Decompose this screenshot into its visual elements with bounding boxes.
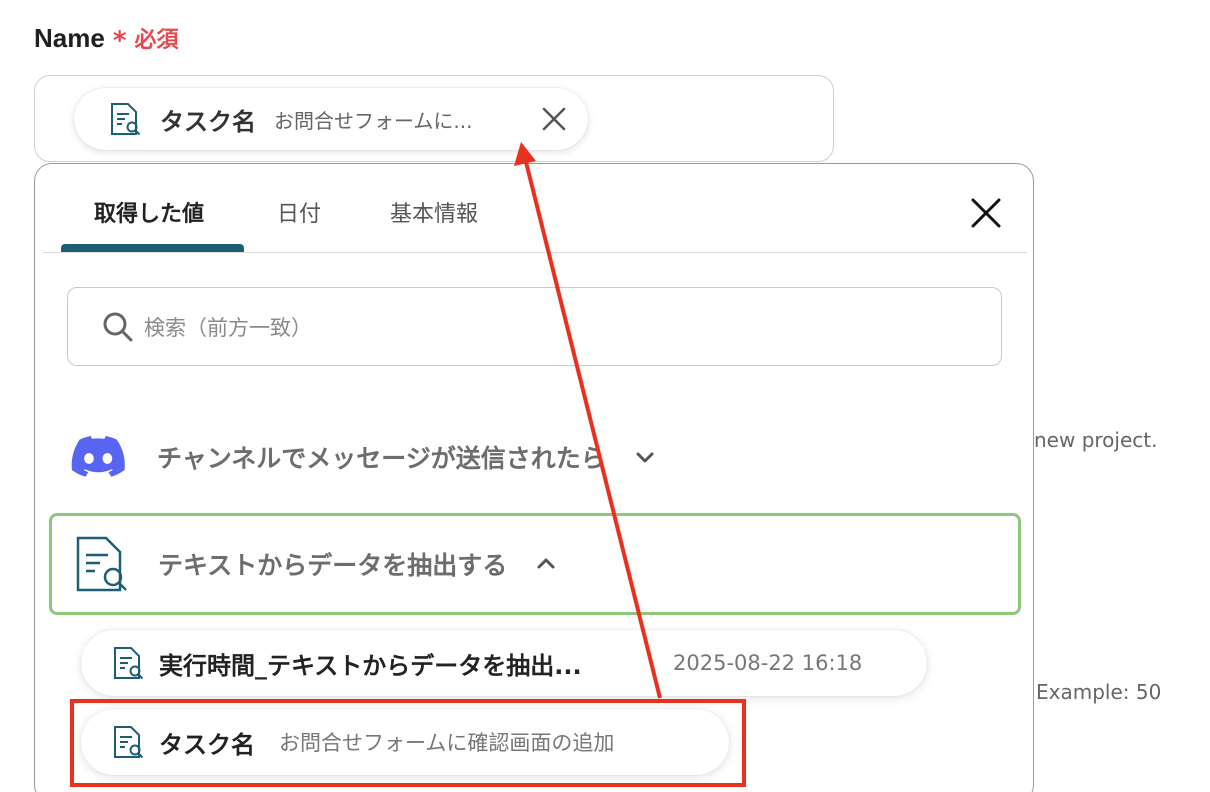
required-text: 必須 xyxy=(134,28,179,53)
search-icon xyxy=(103,312,133,341)
list-item-execution-time[interactable]: 実行時間_テキストからデータを抽出... 2025-08-22 16:18 xyxy=(81,630,927,696)
document-search-icon xyxy=(76,536,127,592)
selected-value-chip[interactable]: タスク名 お問合せフォームに... xyxy=(74,88,588,150)
discord-icon xyxy=(71,436,125,477)
annotation-highlight-box xyxy=(70,699,746,787)
item-name: 実行時間_テキストからデータを抽出... xyxy=(159,651,582,680)
chip-name: タスク名 xyxy=(160,107,256,136)
close-icon[interactable] xyxy=(969,196,1003,230)
search-placeholder: 検索（前方一致） xyxy=(144,315,312,340)
field-label: Name * 必須 xyxy=(34,22,179,56)
group-title: チャンネルでメッセージが送信されたら xyxy=(157,444,606,473)
background-example: Example: 50 xyxy=(1036,680,1162,704)
active-tab-indicator xyxy=(61,244,244,252)
item-value: 2025-08-22 16:18 xyxy=(673,651,863,675)
group-title: テキストからデータを抽出する xyxy=(158,551,508,580)
document-search-icon xyxy=(114,647,144,680)
tab-bar: 取得した値 日付 基本情報 xyxy=(43,164,1027,253)
background-description: new project. xyxy=(1034,428,1158,452)
chevron-down-icon xyxy=(636,452,654,463)
search-input[interactable]: 検索（前方一致） xyxy=(67,287,1002,366)
required-mark: * xyxy=(112,26,127,56)
document-search-icon xyxy=(111,103,141,136)
chip-value: お問合せフォームに... xyxy=(274,108,473,133)
tab-date[interactable]: 日付 xyxy=(277,196,321,228)
value-picker-panel: 取得した値 日付 基本情報 検索（前方一致） チャンネルでメッセージが送信された… xyxy=(34,163,1034,792)
tab-retrieved-values[interactable]: 取得した値 xyxy=(94,196,204,228)
remove-chip-icon[interactable] xyxy=(540,105,568,133)
tab-basic-info[interactable]: 基本情報 xyxy=(390,196,478,228)
group-discord-trigger[interactable]: チャンネルでメッセージが送信されたら xyxy=(71,432,658,482)
group-extract-data[interactable]: テキストからデータを抽出する xyxy=(49,513,1021,615)
field-name: Name xyxy=(34,22,105,53)
chevron-up-icon xyxy=(537,558,555,569)
